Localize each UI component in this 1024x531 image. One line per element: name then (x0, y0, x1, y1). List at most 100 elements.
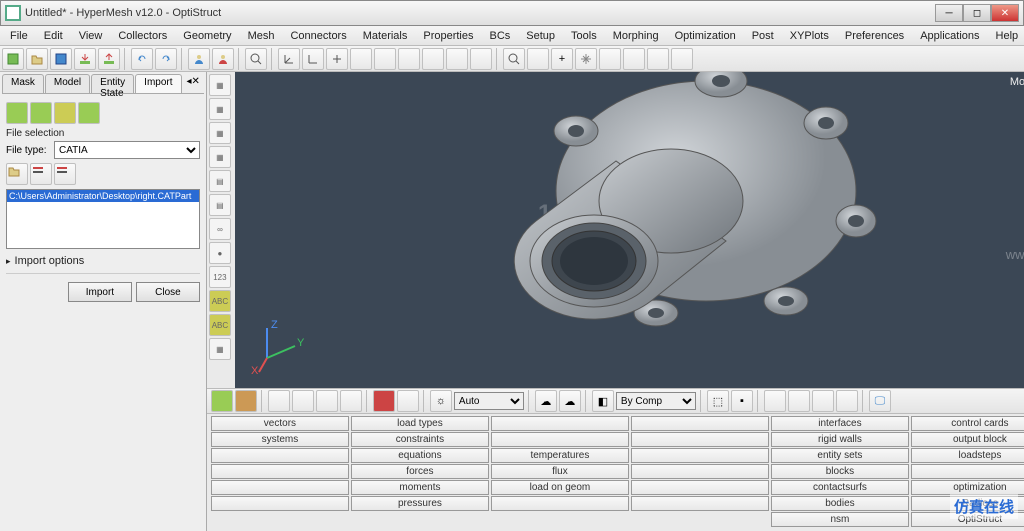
btn-c1-6[interactable] (211, 496, 349, 511)
sb-7-icon[interactable]: ∞ (209, 218, 231, 240)
btn-load-types[interactable]: load types (351, 416, 489, 431)
tool-axis5-icon[interactable] (374, 48, 396, 70)
file-type-select[interactable]: CATIA (54, 141, 200, 159)
menu-properties[interactable]: Properties (415, 28, 481, 44)
tab-import[interactable]: Import (135, 74, 181, 93)
tool-axis1-icon[interactable] (278, 48, 300, 70)
sb-8-icon[interactable]: ● (209, 242, 231, 264)
menu-file[interactable]: File (2, 28, 36, 44)
sb-12-icon[interactable]: ▦ (209, 338, 231, 360)
btn-contactsurfs[interactable]: contactsurfs (771, 480, 909, 495)
sb-6-icon[interactable]: ▤ (209, 194, 231, 216)
disp-cube-icon[interactable]: ◧ (592, 390, 614, 412)
menu-materials[interactable]: Materials (355, 28, 416, 44)
tool-spin-icon[interactable] (647, 48, 669, 70)
menu-help[interactable]: Help (988, 28, 1024, 44)
list1-icon[interactable] (30, 163, 52, 185)
sb-2-icon[interactable]: ▦ (209, 98, 231, 120)
disp-6-icon[interactable] (340, 390, 362, 412)
disp-2-icon[interactable] (235, 390, 257, 412)
btn-forces[interactable]: forces (351, 464, 489, 479)
btn-c1-5[interactable] (211, 480, 349, 495)
import-button[interactable]: Import (68, 282, 132, 302)
tool-undo-icon[interactable] (131, 48, 153, 70)
menu-bcs[interactable]: BCs (482, 28, 519, 44)
sb-1-icon[interactable]: ▦ (209, 74, 231, 96)
menu-preferences[interactable]: Preferences (837, 28, 912, 44)
tab-entity-state[interactable]: Entity State (91, 74, 134, 93)
tool-orbit-icon[interactable] (671, 48, 693, 70)
btn-loadsteps[interactable]: loadsteps (911, 448, 1024, 463)
disp-5-icon[interactable] (316, 390, 338, 412)
tool-export-icon[interactable] (98, 48, 120, 70)
btn-c1-4[interactable] (211, 464, 349, 479)
btn-equations[interactable]: equations (351, 448, 489, 463)
tool-axis4-icon[interactable] (350, 48, 372, 70)
import-options-toggle[interactable]: Import options (6, 255, 200, 267)
menu-geometry[interactable]: Geometry (175, 28, 239, 44)
btn-moments[interactable]: moments (351, 480, 489, 495)
tool-user-icon[interactable] (188, 48, 210, 70)
minimize-button[interactable]: ─ (935, 4, 963, 22)
menu-connectors[interactable]: Connectors (282, 28, 354, 44)
tool-zoomin-icon[interactable]: + (551, 48, 573, 70)
btn-flux[interactable]: flux (491, 464, 629, 479)
auto-select[interactable]: Auto (454, 392, 524, 410)
menu-edit[interactable]: Edit (36, 28, 71, 44)
menu-tools[interactable]: Tools (563, 28, 605, 44)
sb-5-icon[interactable]: ▤ (209, 170, 231, 192)
btn-pressures[interactable]: pressures (351, 496, 489, 511)
tool-axis7-icon[interactable] (422, 48, 444, 70)
menu-setup[interactable]: Setup (518, 28, 563, 44)
sb-9-icon[interactable]: 123 (209, 266, 231, 288)
file-list[interactable]: C:\Users\Administrator\Desktop\right.CAT… (6, 189, 200, 249)
close-button[interactable]: ✕ (991, 4, 1019, 22)
tool-rotate-icon[interactable] (599, 48, 621, 70)
btn-c4-6[interactable] (631, 496, 769, 511)
maximize-button[interactable]: ◻ (963, 4, 991, 22)
disp-cloud-icon[interactable]: ☁ (535, 390, 557, 412)
btn-c4-1[interactable] (631, 416, 769, 431)
sb-3-icon[interactable]: ▦ (209, 122, 231, 144)
bycomp-select[interactable]: By Comp (616, 392, 696, 410)
btn-rigid-walls[interactable]: rigid walls (771, 432, 909, 447)
btn-c6-4[interactable] (911, 464, 1024, 479)
menu-optimization[interactable]: Optimization (667, 28, 744, 44)
disp-1-icon[interactable] (211, 390, 233, 412)
btn-c4-5[interactable] (631, 480, 769, 495)
menu-applications[interactable]: Applications (912, 28, 987, 44)
btn-c3-6[interactable] (491, 496, 629, 511)
btn-bodies[interactable]: bodies (771, 496, 909, 511)
disp-cloud2-icon[interactable]: ☁ (559, 390, 581, 412)
menu-xyplots[interactable]: XYPlots (782, 28, 837, 44)
disp-4-icon[interactable] (292, 390, 314, 412)
btn-interfaces[interactable]: interfaces (771, 416, 909, 431)
disp-wire-icon[interactable]: ⬚ (707, 390, 729, 412)
tool-zoom-icon[interactable] (503, 48, 525, 70)
disp-shade-icon[interactable]: ▪ (731, 390, 753, 412)
tab-close-icon[interactable]: ◂✕ (183, 74, 204, 93)
disp-a-icon[interactable] (764, 390, 786, 412)
menu-view[interactable]: View (71, 28, 111, 44)
disp-3-icon[interactable] (268, 390, 290, 412)
tab-mask[interactable]: Mask (2, 74, 44, 93)
tool-fit-icon[interactable] (245, 48, 267, 70)
sb-10-icon[interactable]: ABC (209, 290, 231, 312)
menu-collectors[interactable]: Collectors (110, 28, 175, 44)
list2-icon[interactable] (54, 163, 76, 185)
tool-axis3-icon[interactable] (326, 48, 348, 70)
btn-load-on-geom[interactable]: load on geom (491, 480, 629, 495)
menu-mesh[interactable]: Mesh (240, 28, 283, 44)
tool-zoomwin-icon[interactable] (527, 48, 549, 70)
btn-temperatures[interactable]: temperatures (491, 448, 629, 463)
btn-systems[interactable]: systems (211, 432, 349, 447)
btn-blocks[interactable]: blocks (771, 464, 909, 479)
btn-optimization[interactable]: optimization (911, 480, 1024, 495)
btn-c3-2[interactable] (491, 432, 629, 447)
tool-pan-icon[interactable] (575, 48, 597, 70)
disp-monitor-icon[interactable]: 🖵 (869, 390, 891, 412)
tool-open-icon[interactable] (26, 48, 48, 70)
tool-axis9-icon[interactable] (470, 48, 492, 70)
import-opt1-icon[interactable] (6, 102, 28, 124)
btn-control-cards[interactable]: control cards (911, 416, 1024, 431)
